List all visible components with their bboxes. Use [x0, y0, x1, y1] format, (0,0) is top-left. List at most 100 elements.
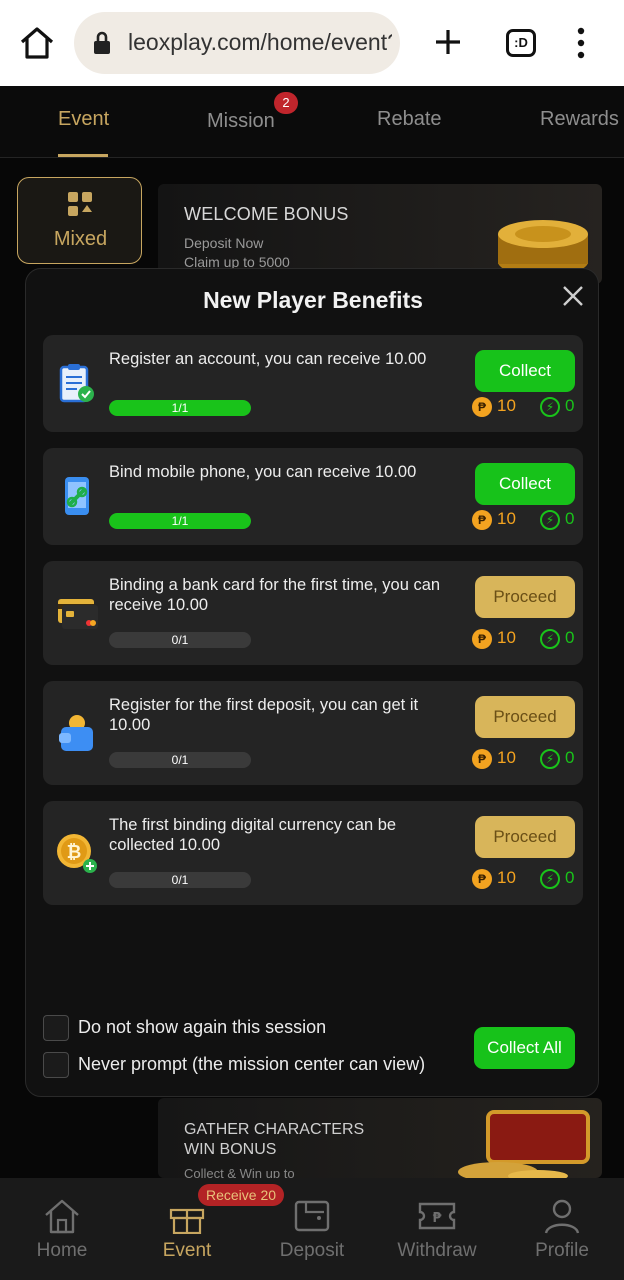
user-icon [544, 1199, 580, 1234]
energy-bolt-icon: ⚡ [540, 397, 560, 417]
dont-show-session-label: Do not show again this session [78, 1017, 327, 1037]
collect-all-button[interactable]: Collect All [474, 1027, 575, 1069]
bitcoin-add-icon: ₿ [57, 834, 97, 873]
task-progress-bar: 0/1 [109, 632, 251, 648]
peso-coin-icon: ₱ [472, 510, 492, 530]
url-text: leoxplay.com/home/event? [128, 29, 392, 55]
browser-toolbar: leoxplay.com/home/event? :D [0, 0, 624, 86]
task-card: Register an account, you can receive 10.… [43, 335, 583, 432]
task-description: The first binding digital currency can b… [109, 816, 397, 854]
reward-row: ₱ 10 ⚡ 0 [472, 748, 582, 770]
more-menu-icon[interactable] [571, 26, 591, 60]
new-tab-icon[interactable] [432, 26, 464, 58]
task-card: Binding a bank card for the first time, … [43, 561, 583, 665]
active-tab-indicator [58, 154, 108, 157]
svg-text:₿: ₿ [67, 842, 82, 863]
proceed-button[interactable]: Proceed [475, 696, 575, 738]
reward-row: ₱ 10 ⚡ 0 [472, 396, 582, 418]
nav-withdraw[interactable]: ₱ Withdraw [375, 1178, 499, 1280]
nav-deposit-label: Deposit [279, 1240, 345, 1261]
task-card: ₿ The first binding digital currency can… [43, 801, 583, 905]
progress-text: 1/1 [171, 401, 189, 415]
treasure-chest-image [458, 1110, 590, 1178]
filter-mixed-button[interactable]: Mixed [17, 177, 142, 264]
lock-icon [94, 31, 110, 54]
dont-show-session-checkbox[interactable] [43, 1015, 69, 1041]
new-player-benefits-modal: New Player Benefits Register an account,… [25, 268, 599, 1097]
coin-reward: 10 [497, 628, 516, 647]
energy-bolt-icon: ⚡ [540, 749, 560, 769]
ticket-icon: ₱ [418, 1202, 456, 1230]
event-receive-badge: Receive 20 [198, 1184, 284, 1206]
peso-coin-icon: ₱ [472, 397, 492, 417]
energy-reward: 0 [565, 509, 575, 528]
nav-profile-label: Profile [535, 1240, 589, 1261]
progress-text: 0/1 [171, 753, 189, 767]
home-icon[interactable] [18, 24, 56, 62]
task-progress-bar: 1/1 [109, 400, 251, 416]
task-description: Bind mobile phone, you can receive 10.00 [109, 463, 417, 481]
collect-button[interactable]: Collect [475, 350, 575, 392]
energy-bolt-icon: ⚡ [540, 629, 560, 649]
phone-link-icon [65, 477, 89, 515]
tab-rewards[interactable]: Rewards [540, 108, 619, 131]
energy-reward: 0 [565, 868, 575, 887]
proceed-button[interactable]: Proceed [475, 816, 575, 858]
nav-event-label: Event [162, 1240, 212, 1261]
tab-rebate[interactable]: Rebate [377, 108, 442, 131]
progress-text: 1/1 [171, 514, 189, 528]
progress-text: 0/1 [171, 633, 189, 647]
wallet-icon [59, 715, 93, 751]
gather-characters-banner[interactable]: GATHER CHARACTERS WIN BONUS Collect & Win… [158, 1098, 602, 1181]
filter-mixed-label: Mixed [53, 228, 108, 250]
nav-home-label: Home [36, 1240, 88, 1261]
task-card: Register for the first deposit, you can … [43, 681, 583, 785]
task-description: Register for the first deposit, you can … [109, 696, 419, 734]
banner-line-1: Deposit Now [184, 235, 264, 251]
task-description: Register an account, you can receive 10.… [109, 350, 427, 368]
home-icon [45, 1199, 79, 1234]
tab-mission[interactable]: Mission [207, 110, 275, 133]
peso-coin-icon: ₱ [472, 629, 492, 649]
svg-text:₱: ₱ [432, 1211, 442, 1226]
energy-reward: 0 [565, 396, 575, 415]
nav-home[interactable]: Home [0, 1178, 124, 1280]
reward-row: ₱ 10 ⚡ 0 [472, 509, 582, 531]
clipboard-check-icon [59, 364, 94, 403]
close-icon[interactable] [561, 284, 585, 308]
never-prompt-option[interactable]: Never prompt (the mission center can vie… [43, 1052, 463, 1078]
energy-bolt-icon: ⚡ [540, 869, 560, 889]
grid-icon [68, 192, 92, 216]
gather-line-2: WIN BONUS [184, 1141, 277, 1158]
bank-card-icon [58, 599, 98, 629]
never-prompt-checkbox[interactable] [43, 1052, 69, 1078]
gather-line-1: GATHER CHARACTERS [184, 1121, 365, 1138]
coin-reward: 10 [497, 748, 516, 767]
reward-row: ₱ 10 ⚡ 0 [472, 868, 582, 890]
proceed-button[interactable]: Proceed [475, 576, 575, 618]
energy-reward: 0 [565, 748, 575, 767]
task-description: Binding a bank card for the first time, … [109, 576, 441, 614]
task-progress-bar: 0/1 [109, 752, 251, 768]
reward-row: ₱ 10 ⚡ 0 [472, 628, 582, 650]
address-bar[interactable]: leoxplay.com/home/event? [74, 12, 400, 74]
task-progress-bar: 0/1 [109, 872, 251, 888]
coin-reward: 10 [497, 868, 516, 887]
peso-coin-icon: ₱ [472, 869, 492, 889]
tab-event[interactable]: Event [58, 108, 109, 131]
nav-withdraw-label: Withdraw [397, 1240, 477, 1261]
gather-banner-title: GATHER CHARACTERS WIN BONUS [184, 1120, 364, 1160]
category-tabs: Event Mission Rebate Rewards [0, 86, 624, 158]
modal-title: New Player Benefits [203, 287, 423, 313]
nav-profile[interactable]: Profile [500, 1178, 624, 1280]
tab-switcher-button[interactable]: :D [506, 29, 536, 57]
coin-reward: 10 [497, 396, 516, 415]
collect-button[interactable]: Collect [475, 463, 575, 505]
coin-reward: 10 [497, 509, 516, 528]
task-progress-bar: 1/1 [109, 513, 251, 529]
dont-show-session-option[interactable]: Do not show again this session [43, 1015, 443, 1041]
bottom-navigation: Home Event Deposit ₱ Withdraw Profile [0, 1178, 624, 1280]
peso-coin-icon: ₱ [472, 749, 492, 769]
wallet-icon [294, 1200, 330, 1232]
banner-subtitle: Deposit Now Claim up to 5000 [184, 234, 290, 272]
